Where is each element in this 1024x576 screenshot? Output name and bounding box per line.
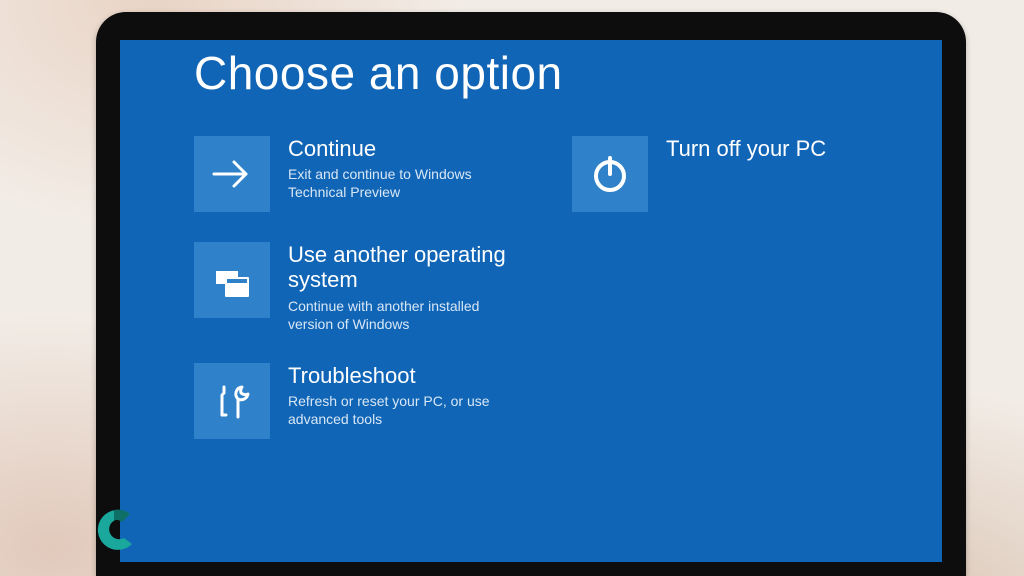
options-column-left: Continue Exit and continue to Windows Te… [194,136,524,562]
option-desc: Continue with another installed version … [288,297,524,333]
option-desc: Refresh or reset your PC, or use advance… [288,392,524,428]
recovery-screen: Choose an option Continue Exit and conti… [120,40,942,562]
option-label: Turn off your PC [666,136,826,161]
option-troubleshoot[interactable]: Troubleshoot Refresh or reset your PC, o… [194,363,524,439]
windows-stack-icon [194,242,270,318]
arrow-right-icon [194,136,270,212]
laptop-frame: Choose an option Continue Exit and conti… [96,12,966,576]
option-continue[interactable]: Continue Exit and continue to Windows Te… [194,136,524,212]
option-text: Turn off your PC [666,136,826,165]
option-label: Troubleshoot [288,363,524,388]
option-text: Troubleshoot Refresh or reset your PC, o… [288,363,524,429]
option-text: Continue Exit and continue to Windows Te… [288,136,524,202]
power-icon [572,136,648,212]
option-desc: Exit and continue to Windows Technical P… [288,165,524,201]
option-text: Use another operating system Continue wi… [288,242,524,333]
options-column-right: Turn off your PC [572,136,902,562]
option-turn-off[interactable]: Turn off your PC [572,136,902,212]
option-label: Continue [288,136,524,161]
page-title: Choose an option [194,46,563,100]
option-label: Use another operating system [288,242,524,293]
options-grid: Continue Exit and continue to Windows Te… [194,136,902,562]
option-use-another-os[interactable]: Use another operating system Continue wi… [194,242,524,333]
tools-icon [194,363,270,439]
